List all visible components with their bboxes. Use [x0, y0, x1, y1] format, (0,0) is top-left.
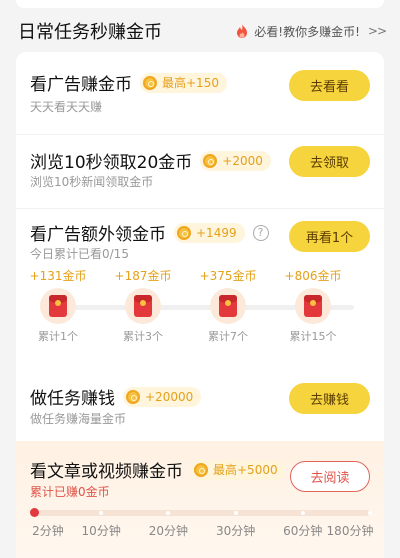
- task-browse-news: 浏览10秒领取20金币 +2000 浏览10秒新闻领取金币 去领取: [16, 135, 384, 209]
- coin-icon: [203, 153, 218, 168]
- milestone-count: 累计3个: [123, 330, 163, 343]
- watch-another-button[interactable]: 再看1个: [289, 221, 370, 252]
- milestone-item[interactable]: +131金币 累计1个: [28, 267, 88, 344]
- task-title: 看文章或视频赚金币: [30, 462, 183, 482]
- timeline-dot: [300, 511, 305, 515]
- section-title: 日常任务秒赚金币: [18, 22, 162, 43]
- reward-text: +2000: [222, 153, 263, 168]
- milestone-item[interactable]: +187金币 累计3个: [113, 267, 173, 344]
- help-icon[interactable]: ?: [252, 224, 269, 241]
- red-envelope-icon: [49, 295, 67, 317]
- task-read-articles: 看文章或视频赚金币 最高+5000 累计已赚0金币 去阅读 2分钟 10分钟 20分…: [16, 441, 384, 558]
- coin-icon: [177, 225, 191, 240]
- red-envelope-icon: [134, 295, 152, 317]
- reading-progress-track: [30, 508, 372, 517]
- timeline-dot: [166, 511, 171, 515]
- guide-link[interactable]: 必看!教你多赚金币! >>: [234, 23, 387, 40]
- task-subtitle: 天天看天天赚: [30, 100, 103, 114]
- milestone-reward: +806金币: [284, 269, 342, 283]
- timeline-dot-active: [30, 508, 39, 517]
- milestone-reward: +375金币: [199, 269, 257, 283]
- timeline-label: 20分钟: [148, 524, 189, 538]
- task-title: 看广告额外领金币: [30, 225, 166, 245]
- milestone-count: 累计7个: [208, 330, 248, 343]
- milestone-item[interactable]: +375金币 累计7个: [198, 267, 258, 344]
- fire-icon: [237, 24, 248, 38]
- timeline-dot: [99, 511, 104, 515]
- section-header: 日常任务秒赚金币 必看!教你多赚金币! >>: [18, 16, 387, 46]
- daily-tasks-card: 看广告赚金币 最高+150 天天看天天赚 去看看 浏览10秒领取20金币 +20…: [16, 52, 384, 558]
- milestone-reward: +187金币: [114, 269, 172, 283]
- red-envelope-icon: [304, 295, 322, 317]
- reward-badge: 最高+150: [140, 72, 227, 93]
- reward-badge: +20000: [123, 386, 202, 407]
- timeline-label: 2分钟: [32, 524, 64, 538]
- reward-text: 最高+150: [162, 76, 219, 90]
- reward-text: +1499: [196, 225, 237, 240]
- double-chevron-icon: >>: [367, 24, 387, 38]
- claim-button[interactable]: 去领取: [289, 146, 370, 177]
- guide-link-text: 必看!教你多赚金币!: [254, 24, 360, 39]
- task-subtitle: 浏览10秒新闻领取金币: [30, 175, 154, 189]
- red-envelope-icon: [219, 295, 237, 317]
- earn-money-button[interactable]: 去赚钱: [289, 383, 370, 414]
- reward-text: 最高+5000: [213, 463, 278, 477]
- timeline-label: 10分钟: [81, 524, 121, 538]
- previous-card-bottom: [16, 0, 384, 8]
- earned-total: 累计已赚0金币: [30, 485, 110, 499]
- task-extra-ad-coins: 看广告额外领金币 +1499 ? 今日累计已看0/15 再看1个 +131金币 …: [16, 209, 384, 366]
- task-subtitle: 做任务赚海量金币: [30, 412, 127, 426]
- milestone-count: 累计15个: [289, 330, 337, 343]
- coin-icon: [143, 75, 157, 90]
- task-title: 做任务赚钱: [30, 389, 115, 409]
- reward-badge: 最高+5000: [191, 459, 286, 480]
- timeline-label: 30分钟: [215, 524, 256, 538]
- task-subtitle: 今日累计已看0/15: [30, 247, 129, 261]
- coin-icon: [126, 389, 140, 404]
- timeline-dot: [233, 511, 238, 515]
- read-button[interactable]: 去阅读: [290, 461, 370, 492]
- milestone-item[interactable]: +806金币 累计15个: [283, 267, 343, 344]
- watch-ad-button[interactable]: 去看看: [289, 70, 370, 101]
- task-watch-ad: 看广告赚金币 最高+150 天天看天天赚 去看看: [16, 52, 384, 135]
- reward-badge: +2000: [200, 150, 271, 171]
- task-title: 看广告赚金币: [30, 75, 132, 95]
- milestone-reward: +131金币: [29, 269, 87, 283]
- task-title: 浏览10秒领取20金币: [30, 153, 193, 173]
- task-do-tasks: 做任务赚钱 +20000 做任务赚海量金币 去赚钱: [16, 366, 384, 441]
- timeline-label: 180分钟: [326, 524, 374, 538]
- timeline-dot: [368, 511, 372, 515]
- reward-badge: +1499: [174, 222, 245, 243]
- reward-text: +20000: [145, 389, 194, 404]
- coin-icon: [194, 462, 208, 477]
- milestone-count: 累计1个: [38, 330, 78, 343]
